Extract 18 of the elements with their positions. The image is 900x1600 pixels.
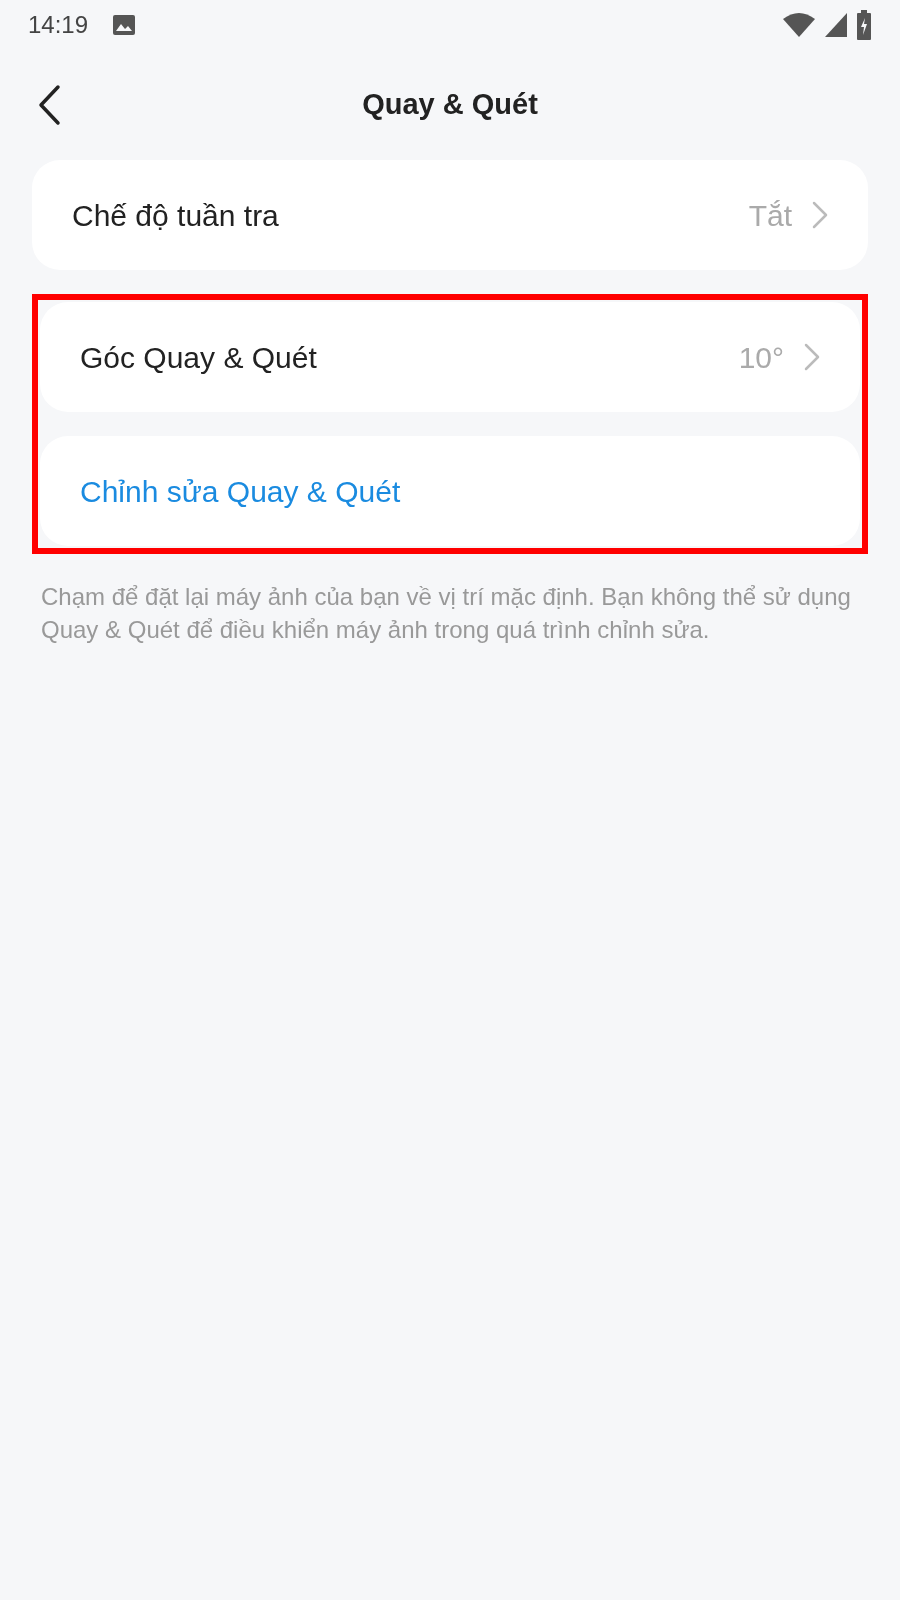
wifi-icon (782, 12, 816, 38)
setting-row[interactable]: Chế độ tuần tra Tắt (32, 160, 868, 270)
battery-icon (856, 10, 872, 40)
setting-row[interactable]: Góc Quay & Quét 10° (40, 302, 860, 412)
chevron-icon (804, 343, 820, 371)
action-row[interactable]: Chỉnh sửa Quay & Quét (40, 436, 860, 546)
page-title: Quay & Quét (362, 87, 538, 123)
image-icon (112, 14, 137, 36)
signal-icon (824, 12, 848, 38)
chevron-icon (812, 201, 828, 229)
back-icon[interactable] (36, 84, 62, 126)
footnote-text: Chạm để đặt lại máy ảnh của bạn về vị trí mặc định. Bạn không thể sử dụng Quay & Quét để điều khiển máy ảnh trong quá trình chỉnh sửa. (40, 582, 852, 645)
setting-value: 10° (738, 339, 784, 376)
action-label: Chỉnh sửa Quay & Quét (80, 473, 401, 510)
setting-label: Chế độ tuần tra (72, 197, 279, 234)
setting-label: Góc Quay & Quét (80, 339, 317, 376)
status-time: 14:19 (28, 10, 89, 40)
setting-value: Tắt (748, 197, 792, 234)
